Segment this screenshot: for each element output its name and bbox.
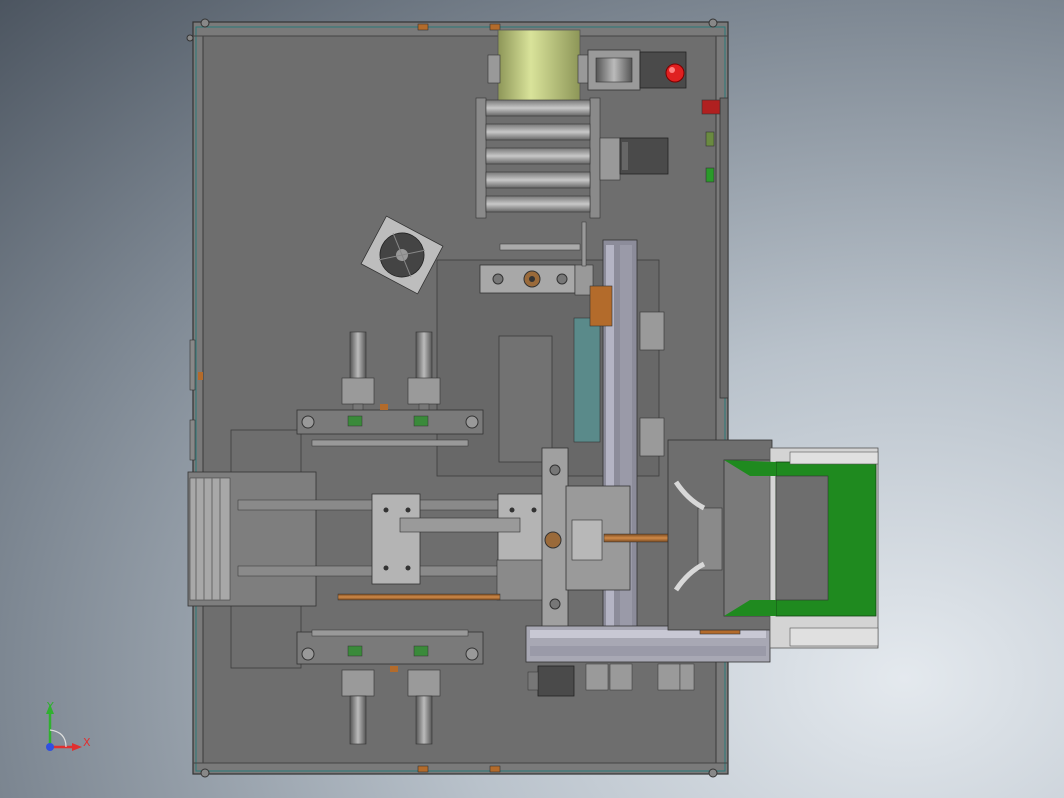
axis-y-label: Y [46, 700, 54, 713]
output-conveyor[interactable] [667, 439, 879, 649]
roller-stack[interactable] [475, 97, 621, 219]
cad-viewport[interactable]: Y X [0, 0, 1064, 798]
film-roll[interactable] [487, 29, 589, 103]
stop-button-icon[interactable] [665, 63, 685, 83]
axis-triad: Y X [46, 700, 91, 751]
roller-motor[interactable] [619, 137, 669, 175]
unwind-motor[interactable] [587, 49, 687, 91]
axis-x-label: X [83, 736, 91, 749]
